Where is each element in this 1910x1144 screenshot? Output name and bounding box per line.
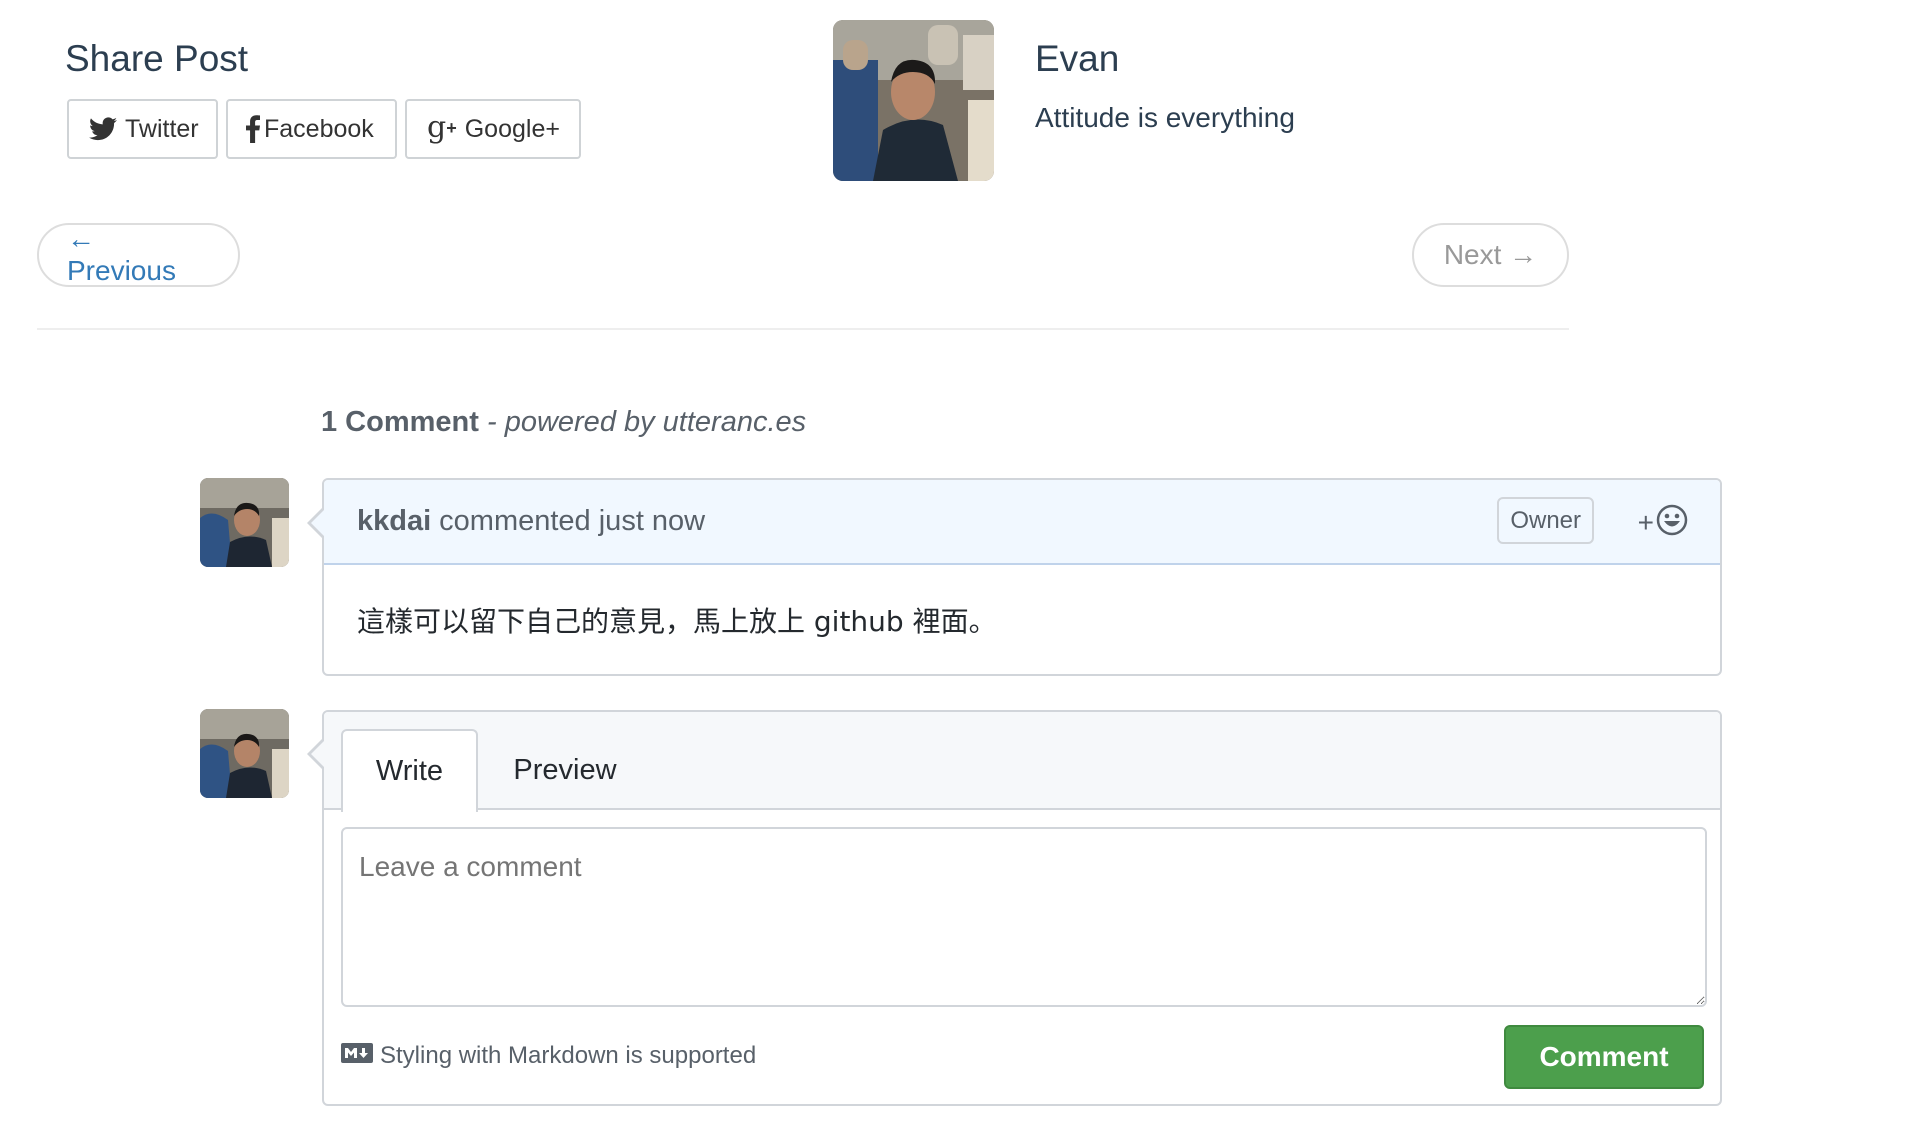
comment-textarea[interactable] — [341, 827, 1707, 1007]
commenter-avatar[interactable] — [200, 478, 289, 567]
powered-by: - powered by utteranc.es — [486, 406, 807, 438]
author-bio: Attitude is everything — [1035, 102, 1295, 133]
submit-comment-button[interactable]: Comment — [1504, 1025, 1704, 1089]
twitter-label: Twitter — [125, 114, 199, 143]
comment-count: 1 Comment — [321, 406, 479, 438]
facebook-share-button[interactable]: Facebook — [226, 99, 397, 159]
comment-caret-fill — [311, 509, 325, 537]
editor-tabs-bar: Write Preview — [324, 712, 1720, 812]
reaction-plus: + — [1637, 506, 1654, 538]
twitter-share-button[interactable]: Twitter — [67, 99, 218, 159]
google-plus-share-button[interactable]: g + Google+ — [405, 99, 581, 159]
divider — [37, 328, 1569, 330]
comment-timestamp[interactable]: commented just now — [439, 505, 705, 538]
google-plus-label: Google+ — [464, 114, 560, 143]
previous-post-button[interactable]: ← Previous — [37, 223, 240, 287]
owner-badge: Owner — [1497, 497, 1594, 544]
comment-card: kkdai commented just now Owner + 這樣可以留下自… — [307, 478, 1722, 676]
comment-author-link[interactable]: kkdai — [357, 505, 431, 538]
editor-caret-fill — [311, 740, 325, 768]
markdown-note-text: Styling with Markdown is supported — [380, 1042, 757, 1069]
tab-preview[interactable]: Preview — [485, 729, 645, 812]
comment-header: kkdai commented just now Owner + — [324, 480, 1720, 565]
facebook-label: Facebook — [264, 114, 374, 143]
author-name: Evan — [1035, 38, 1120, 79]
comment-count-header: 1 Comment - powered by utteranc.es — [321, 406, 806, 439]
current-user-avatar[interactable] — [200, 709, 289, 798]
next-post-button[interactable]: Next → — [1412, 223, 1569, 287]
comment-body: 這樣可以留下自己的意見，馬上放上 github 裡面。 — [357, 605, 997, 638]
new-comment-form: Write Preview Styling with Markdown is s… — [307, 710, 1722, 1106]
facebook-icon — [246, 114, 260, 144]
author-photo — [833, 20, 994, 181]
add-reaction-button[interactable]: + — [1638, 504, 1688, 541]
markdown-icon — [341, 1042, 373, 1070]
tab-write[interactable]: Write — [341, 729, 478, 812]
share-title: Share Post — [65, 38, 249, 79]
twitter-icon — [89, 117, 117, 141]
google-plus-icon: g + — [427, 110, 457, 145]
markdown-note[interactable]: Styling with Markdown is supported — [341, 1042, 756, 1070]
smiley-icon — [1656, 504, 1688, 541]
